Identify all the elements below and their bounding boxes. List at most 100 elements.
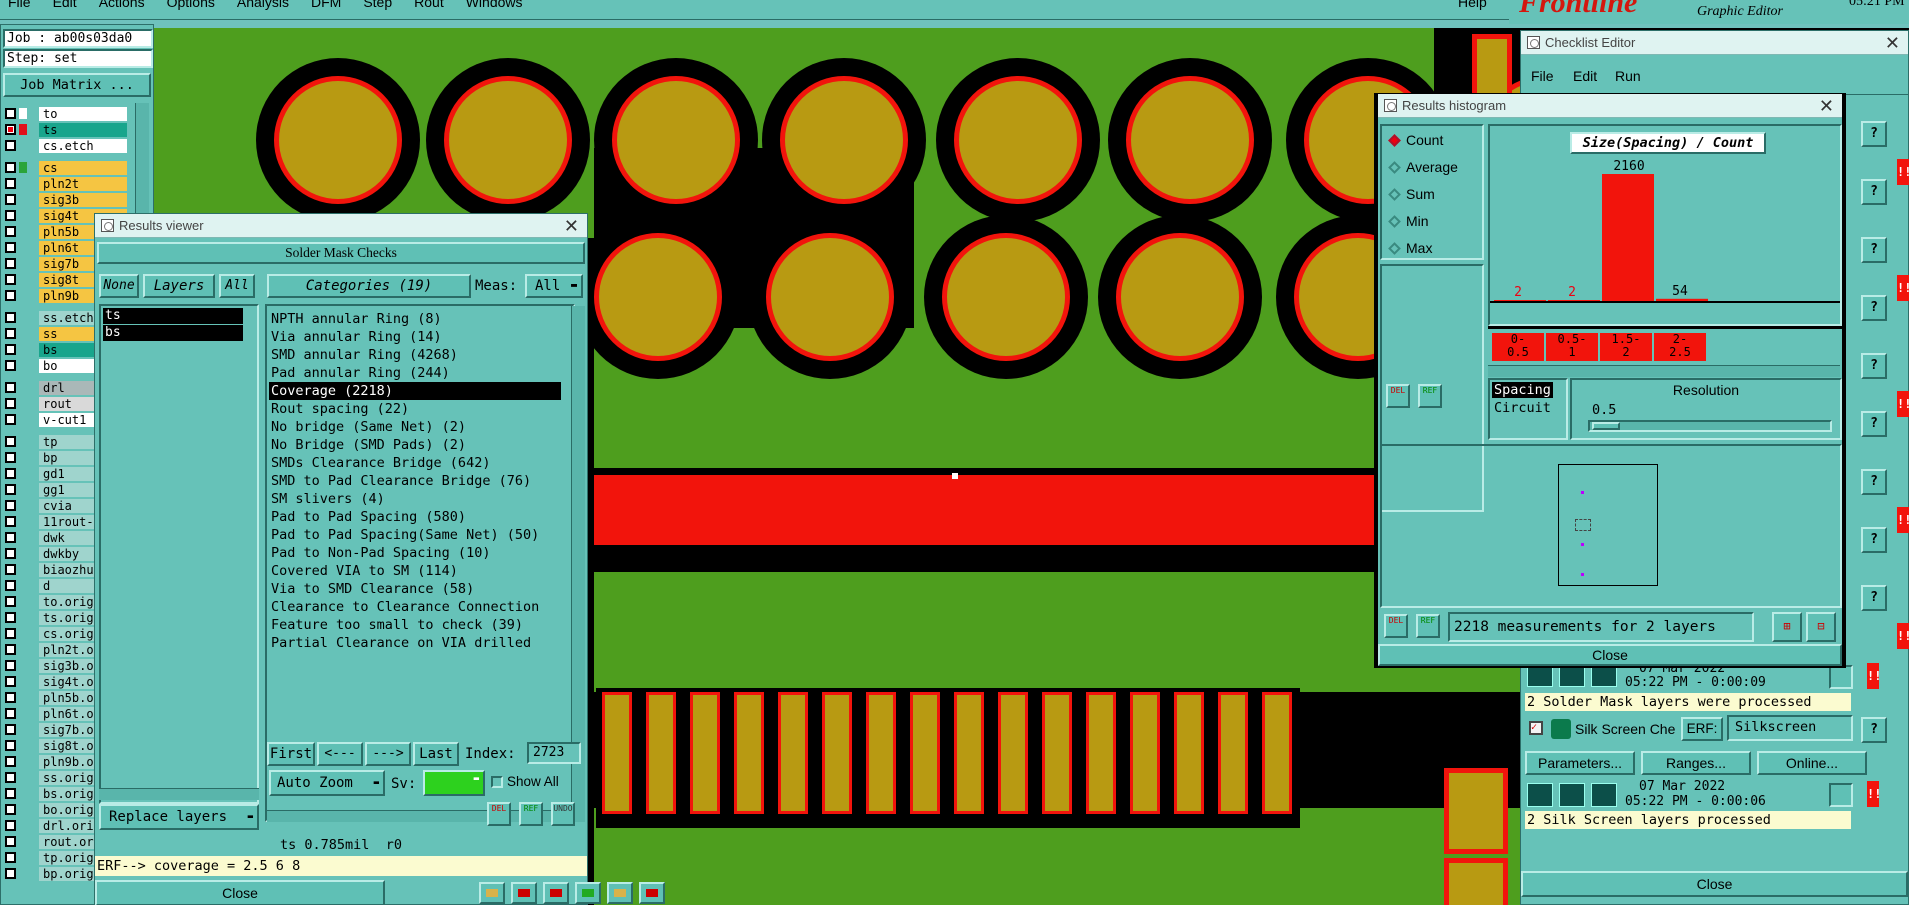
run-check-icon[interactable] bbox=[1591, 783, 1617, 807]
layer-checkbox[interactable] bbox=[5, 162, 16, 173]
help-button[interactable]: ? bbox=[1861, 179, 1887, 205]
menu-help[interactable]: Help bbox=[1458, 0, 1487, 10]
zoom-out-icon[interactable]: ⊟ bbox=[1806, 612, 1836, 642]
layer-checkbox[interactable] bbox=[5, 644, 16, 655]
refresh-results-icon[interactable]: REF bbox=[519, 802, 543, 826]
category-item[interactable]: Pad annular Ring (244) bbox=[269, 364, 561, 382]
category-item[interactable]: Partial Clearance on VIA drilled bbox=[269, 634, 561, 652]
toolbar-report-icon[interactable] bbox=[479, 882, 505, 904]
spacing-option[interactable]: Spacing bbox=[1492, 382, 1553, 398]
layer-checkbox[interactable] bbox=[5, 628, 16, 639]
layer-checkbox[interactable] bbox=[5, 452, 16, 463]
help-button[interactable]: ? bbox=[1861, 411, 1887, 437]
layer-checkbox[interactable] bbox=[5, 398, 16, 409]
layer-name[interactable]: sig3b bbox=[39, 193, 127, 207]
pad[interactable] bbox=[612, 76, 740, 204]
magnify-icon[interactable] bbox=[1829, 665, 1853, 689]
pad[interactable] bbox=[780, 76, 908, 204]
layer-checkbox[interactable] bbox=[5, 596, 16, 607]
layer-checkbox[interactable] bbox=[5, 414, 16, 425]
help-button[interactable]: ? bbox=[1861, 585, 1887, 611]
spacing-circuit-selector[interactable]: Spacing Circuit bbox=[1488, 378, 1568, 440]
help-button[interactable]: ? bbox=[1861, 353, 1887, 379]
layer-checkbox[interactable] bbox=[5, 852, 16, 863]
run-check-icon[interactable] bbox=[1527, 783, 1553, 807]
histogram-close-button[interactable]: Close bbox=[1378, 644, 1842, 666]
mode-option[interactable]: Min bbox=[1384, 209, 1480, 236]
layer-checkbox[interactable] bbox=[5, 290, 16, 301]
category-item[interactable]: Via annular Ring (14) bbox=[269, 328, 561, 346]
pad[interactable] bbox=[274, 76, 402, 204]
layer-name[interactable]: ts bbox=[39, 123, 127, 137]
layer-checkbox[interactable] bbox=[5, 274, 16, 285]
pad[interactable] bbox=[954, 76, 1082, 204]
layer-checkbox[interactable] bbox=[5, 788, 16, 799]
slider-thumb[interactable] bbox=[1592, 422, 1620, 430]
category-item[interactable]: Pad to Pad Spacing (580) bbox=[269, 508, 561, 526]
toolbar-pin-icon[interactable] bbox=[511, 882, 537, 904]
layer-checkbox[interactable] bbox=[5, 660, 16, 671]
smd-finger[interactable] bbox=[778, 692, 808, 814]
smd-finger[interactable] bbox=[866, 692, 896, 814]
bin-range-label[interactable]: 2- 2.5 bbox=[1654, 333, 1706, 361]
layer-checkbox[interactable] bbox=[5, 226, 16, 237]
smd-finger[interactable] bbox=[1042, 692, 1072, 814]
layer-row[interactable]: pln2t bbox=[5, 177, 127, 191]
help-button[interactable]: ? bbox=[1861, 469, 1887, 495]
side-pad[interactable] bbox=[1444, 768, 1508, 854]
layer-checkbox[interactable] bbox=[5, 382, 16, 393]
pad[interactable] bbox=[942, 233, 1070, 361]
layer-checkbox[interactable] bbox=[5, 210, 16, 221]
menu-item[interactable]: DFM bbox=[311, 0, 341, 10]
help-button[interactable]: ? bbox=[1861, 717, 1887, 743]
first-button[interactable]: First bbox=[267, 742, 315, 766]
category-item[interactable]: No Bridge (SMD Pads) (2) bbox=[269, 436, 561, 454]
category-item[interactable]: Feature too small to check (39) bbox=[269, 616, 561, 634]
toolbar-exclude-icon[interactable] bbox=[543, 882, 569, 904]
layer-checkbox[interactable] bbox=[5, 312, 16, 323]
layer-row[interactable]: cs.etch bbox=[5, 139, 127, 153]
resolution-slider[interactable] bbox=[1588, 420, 1832, 432]
category-item[interactable]: Covered VIA to SM (114) bbox=[269, 562, 561, 580]
next-button[interactable]: ---> bbox=[365, 742, 411, 766]
side-pad[interactable] bbox=[1444, 858, 1508, 905]
mode-option[interactable]: Sum bbox=[1384, 182, 1480, 209]
layer-name[interactable]: cs.etch bbox=[39, 139, 127, 153]
radio-icon[interactable] bbox=[1388, 188, 1401, 201]
checklist-menu-item[interactable]: Edit bbox=[1573, 68, 1597, 84]
smd-finger[interactable] bbox=[954, 692, 984, 814]
silk-enable-checkbox[interactable]: ✓ bbox=[1529, 721, 1543, 735]
radio-icon[interactable] bbox=[1388, 161, 1401, 174]
delete-results-icon[interactable]: DEL bbox=[487, 802, 511, 826]
magnify-icon[interactable] bbox=[1829, 783, 1853, 807]
pad[interactable] bbox=[1126, 76, 1254, 204]
smd-finger[interactable] bbox=[1262, 692, 1292, 814]
category-item[interactable]: SM slivers (4) bbox=[269, 490, 561, 508]
layer-checkbox[interactable] bbox=[5, 436, 16, 447]
layer-checkbox[interactable] bbox=[5, 548, 16, 559]
category-item[interactable]: Via to SMD Clearance (58) bbox=[269, 580, 561, 598]
smd-finger[interactable] bbox=[998, 692, 1028, 814]
category-item[interactable]: SMDs Clearance Bridge (642) bbox=[269, 454, 561, 472]
layer-row[interactable]: cs bbox=[5, 161, 127, 175]
meas-dropdown[interactable]: All ▬ bbox=[525, 274, 583, 298]
toolbar-histogram-icon[interactable] bbox=[639, 882, 665, 904]
pad[interactable] bbox=[1116, 233, 1244, 361]
circuit-option[interactable]: Circuit bbox=[1492, 400, 1553, 416]
help-button[interactable]: ? bbox=[1861, 527, 1887, 553]
last-button[interactable]: Last bbox=[413, 742, 459, 766]
undo-icon[interactable]: UNDO bbox=[551, 802, 575, 826]
smd-finger[interactable] bbox=[910, 692, 940, 814]
bin-range-label[interactable]: 0.5- 1 bbox=[1546, 333, 1598, 361]
category-item[interactable]: SMD annular Ring (4268) bbox=[269, 346, 561, 364]
smd-finger[interactable] bbox=[1086, 692, 1116, 814]
layer-checkbox[interactable] bbox=[5, 468, 16, 479]
layer-checkbox[interactable] bbox=[5, 532, 16, 543]
category-item[interactable]: NPTH annular Ring (8) bbox=[269, 310, 561, 328]
category-item[interactable]: Rout spacing (22) bbox=[269, 400, 561, 418]
layer-checkbox[interactable] bbox=[5, 564, 16, 575]
layer-checkbox[interactable] bbox=[5, 756, 16, 767]
category-item[interactable]: No bridge (Same Net) (2) bbox=[269, 418, 561, 436]
layer-checkbox[interactable] bbox=[5, 708, 16, 719]
mode-option[interactable]: Average bbox=[1384, 155, 1480, 182]
